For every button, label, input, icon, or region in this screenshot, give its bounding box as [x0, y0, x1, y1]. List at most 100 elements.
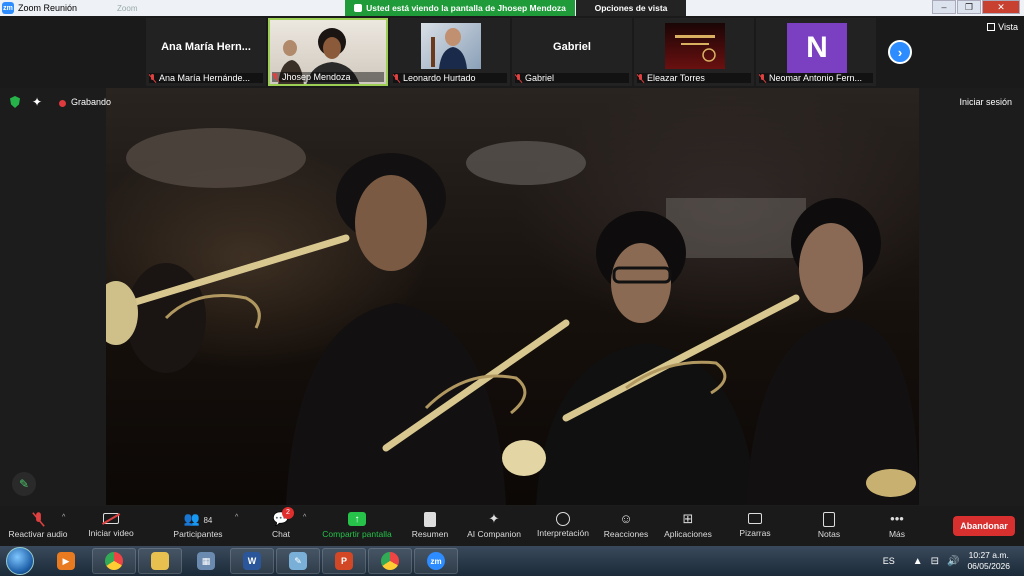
chrome-icon	[381, 552, 399, 570]
apps-button[interactable]: ⊞ Aplicaciones	[653, 510, 723, 544]
mic-muted-icon	[393, 73, 400, 83]
meeting-toolbar: Reactivar audio ^ Iniciar video 👥 84 Par…	[0, 506, 1024, 546]
start-video-label: Iniciar video	[88, 528, 134, 538]
zoom-icon: zm	[427, 552, 445, 570]
view-button[interactable]: Vista	[987, 22, 1018, 32]
presentation-icon: P	[335, 552, 353, 570]
chevron-right-icon[interactable]: ›	[888, 40, 912, 64]
participant-label: Gabriel	[515, 73, 629, 83]
view-label: Vista	[998, 22, 1018, 32]
taskbar-chrome[interactable]	[92, 548, 136, 574]
taskbar-zoom[interactable]: zm	[414, 548, 458, 574]
trumpet-players-scene	[106, 128, 919, 505]
shield-icon[interactable]	[10, 96, 20, 108]
whiteboard-icon	[748, 513, 762, 524]
ai-companion-icon: ✦	[488, 511, 500, 526]
tray-expand-icon[interactable]: ▲	[913, 556, 923, 567]
clock-date: 06/05/2026	[967, 561, 1010, 571]
taskbar-word[interactable]: W	[230, 548, 274, 574]
summary-button[interactable]: Resumen	[395, 510, 465, 544]
whiteboards-button[interactable]: Pizarras	[720, 510, 790, 544]
chat-options-caret-icon[interactable]: ^	[303, 514, 306, 521]
participant-label: Ana María Hernánde...	[149, 73, 263, 83]
recording-icon	[59, 100, 66, 107]
participant-label: Eleazar Torres	[637, 73, 751, 83]
clock[interactable]: 10:27 a.m. 06/05/2026	[967, 550, 1010, 572]
window-controls: – ❐ ✕	[931, 0, 1020, 16]
share-screen-button[interactable]: ↑ Compartir pantalla	[322, 510, 392, 544]
view-options-button[interactable]: Opciones de vista	[576, 0, 686, 16]
audio-options-caret-icon[interactable]: ^	[62, 514, 65, 521]
participants-icon: 👥 84	[183, 511, 213, 526]
more-button[interactable]: ••• Más	[862, 510, 932, 544]
taskbar-chrome-2[interactable]	[368, 548, 412, 574]
share-indicator-icon	[354, 4, 363, 12]
taskbar-file-explorer[interactable]	[138, 548, 182, 574]
media-player-icon: ▶	[57, 552, 75, 570]
interpretation-button[interactable]: Interpretación	[528, 510, 598, 544]
taskbar-presentation[interactable]: P	[322, 548, 366, 574]
mic-muted-icon	[759, 73, 766, 83]
notes-button[interactable]: Notas	[794, 510, 864, 544]
participant-label: Neomar Antonio Fern...	[759, 73, 873, 83]
participant-tile[interactable]: Leonardo Hurtado	[390, 18, 510, 86]
signin-link[interactable]: Iniciar sesión	[959, 97, 1012, 107]
participants-button[interactable]: 👥 84 Participantes	[163, 510, 233, 544]
mic-muted-icon	[149, 73, 156, 83]
participants-label: Participantes	[173, 529, 223, 539]
participant-video	[421, 23, 481, 69]
taskbar-paint[interactable]: ✎	[276, 548, 320, 574]
participant-strip: Ana María Hern... Ana María Hernánde... …	[0, 16, 1024, 88]
start-button[interactable]	[6, 547, 34, 575]
mic-muted-icon	[515, 73, 522, 83]
mic-muted-icon	[637, 73, 644, 83]
volume-icon[interactable]: 🔊	[947, 556, 959, 567]
participant-tile[interactable]: Ana María Hern... Ana María Hernánde...	[146, 18, 266, 86]
participants-count: 84	[203, 516, 213, 525]
start-video-button[interactable]: Iniciar video	[76, 510, 146, 544]
share-screen-icon: ↑	[348, 512, 366, 526]
taskbar-calculator[interactable]: ▦	[184, 548, 228, 574]
leave-button[interactable]: Abandonar	[953, 516, 1015, 536]
participant-tile-active[interactable]: Jhosep Mendoza	[268, 18, 388, 86]
participant-display-name: Gabriel	[553, 41, 591, 53]
language-indicator[interactable]: ES	[883, 556, 895, 566]
zoom-logo-icon: zm	[2, 2, 14, 14]
window-title: Zoom Reunión	[18, 3, 78, 13]
paint-icon: ✎	[289, 552, 307, 570]
whiteboards-label: Pizarras	[739, 528, 771, 538]
unmute-label: Reactivar audio	[8, 529, 68, 539]
maximize-button[interactable]: ❐	[957, 0, 981, 14]
pencil-icon[interactable]: ✎	[12, 472, 36, 496]
recording-label[interactable]: Grabando	[71, 97, 111, 107]
taskbar-media-player[interactable]: ▶	[44, 548, 88, 574]
word-icon: W	[243, 552, 261, 570]
network-icon[interactable]: ⊟	[931, 556, 939, 567]
reactions-button[interactable]: ☺ Reacciones	[591, 510, 661, 544]
participant-display-name: Ana María Hern...	[161, 41, 251, 53]
close-button[interactable]: ✕	[982, 0, 1020, 14]
mic-muted-icon	[35, 510, 42, 528]
minimize-button[interactable]: –	[932, 0, 956, 14]
windows-taskbar: ▶ ▦ W ✎ P zm ES ▲ ⊟ 🔊 10:27 a.m. 06/05/2…	[0, 546, 1024, 576]
participant-tile[interactable]: Eleazar Torres	[634, 18, 754, 86]
summary-icon	[424, 512, 436, 527]
shared-screen	[106, 88, 919, 505]
ai-companion-button[interactable]: ✦ AI Companion	[459, 510, 529, 544]
participant-label: Jhosep Mendoza	[272, 72, 384, 82]
participants-options-caret-icon[interactable]: ^	[235, 514, 238, 521]
system-tray: ES ▲ ⊟ 🔊 10:27 a.m. 06/05/2026	[883, 546, 1024, 576]
ai-sparkle-icon[interactable]: ✦	[32, 95, 42, 109]
background-tab-label: Zoom	[117, 3, 138, 13]
ai-companion-label: AI Companion	[467, 529, 521, 539]
meeting-status-row: ✦ Grabando Iniciar sesión	[0, 92, 1024, 114]
participant-tile[interactable]: Gabriel Gabriel	[512, 18, 632, 86]
leave-label: Abandonar	[960, 521, 1008, 531]
globe-icon	[556, 512, 570, 526]
notes-label: Notas	[817, 529, 841, 539]
share-screen-label: Compartir pantalla	[322, 529, 392, 539]
folder-icon	[151, 552, 169, 570]
summary-label: Resumen	[411, 529, 449, 539]
participant-tile[interactable]: N Neomar Antonio Fern...	[756, 18, 876, 86]
calculator-icon: ▦	[197, 552, 215, 570]
